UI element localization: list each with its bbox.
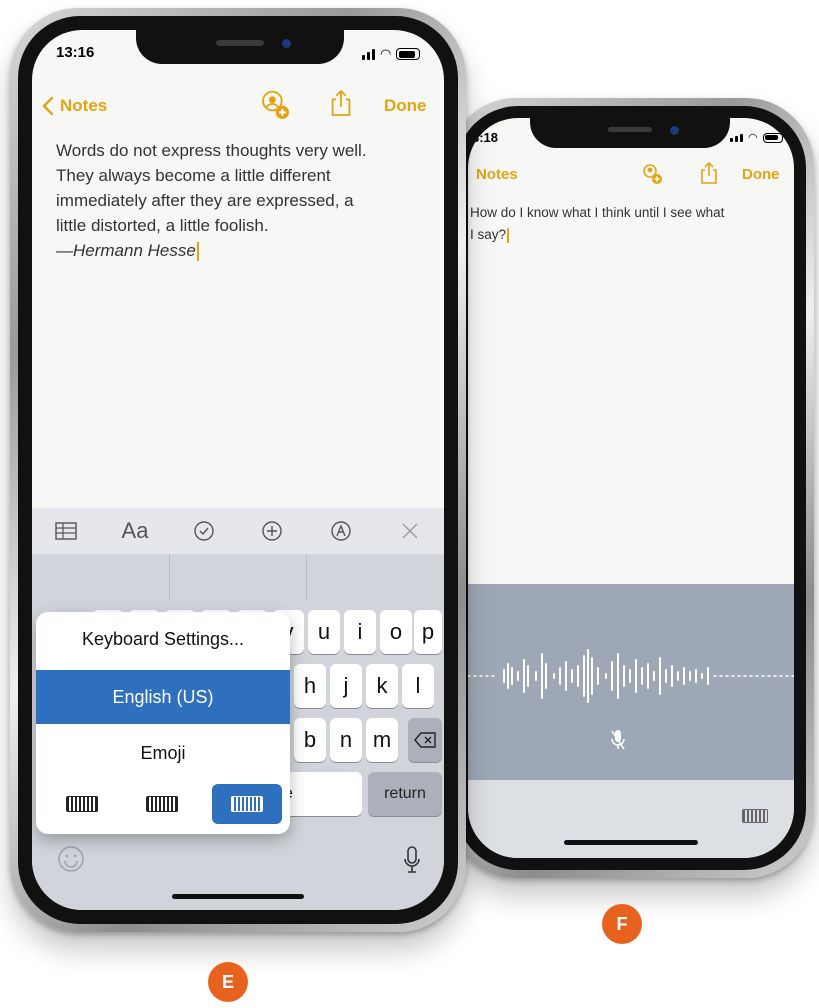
key-p[interactable]: p [414,610,442,654]
full-keyboard-button[interactable] [134,784,190,824]
note-attribution: —Hermann Hesse [56,238,436,263]
key-h[interactable]: h [294,664,326,708]
key-l[interactable]: l [402,664,434,708]
keyboard-icon [146,796,178,812]
suggestion-slot[interactable] [170,554,308,600]
status-time: 3:18 [472,130,499,145]
status-icons: ◠ [730,131,783,144]
note-line: Words do not express thoughts very well. [56,141,367,160]
left-screen: 13:16 ◠ Notes Done Words do not express … [32,30,444,910]
wifi-icon: ◠ [380,46,392,61]
right-screen: 3:18 ◠ Notes Done How do I know what I t… [468,118,794,858]
add-person-icon[interactable] [258,88,292,122]
done-button[interactable]: Done [742,166,780,183]
share-icon[interactable] [328,86,354,120]
note-line: They always become a little different [56,166,331,185]
key-k[interactable]: k [366,664,398,708]
checklist-icon[interactable] [184,511,224,551]
notch [136,30,344,64]
microphone-icon[interactable] [400,844,424,876]
back-chevron-icon[interactable] [40,94,56,118]
keyboard-switch-menu: Keyboard Settings... English (US) Emoji [36,612,290,834]
key-n[interactable]: n [330,718,362,762]
note-body[interactable]: How do I know what I think until I see w… [470,202,790,246]
wifi-icon: ◠ [748,132,758,144]
right-phone: 3:18 ◠ Notes Done How do I know what I t… [448,98,814,878]
key-m[interactable]: m [366,718,398,762]
share-icon[interactable] [698,160,720,186]
badge-f: F [602,904,642,944]
keyboard-icon[interactable] [740,808,770,824]
back-button[interactable]: Notes [476,166,518,183]
text-cursor [507,227,510,243]
back-button[interactable]: Notes [60,96,107,116]
key-j[interactable]: j [330,664,362,708]
format-text-button[interactable]: Aa [115,511,155,551]
microphone-off-icon[interactable] [608,728,628,752]
home-indicator[interactable] [564,840,698,845]
note-line: How do I know what I think until I see w… [470,205,725,220]
keyboard-settings-item[interactable]: Keyboard Settings... [36,612,290,666]
waveform [468,649,794,703]
suggestion-slot[interactable] [307,554,444,600]
suggestion-bar [32,554,444,600]
key-o[interactable]: o [380,610,412,654]
key-b[interactable]: b [294,718,326,762]
note-line: immediately after they are expressed, a [56,191,354,210]
badge-e: E [208,962,248,1002]
done-button[interactable]: Done [384,96,427,116]
suggestion-slot[interactable] [32,554,170,600]
status-icons: ◠ [362,46,421,62]
keyboard-right-icon [231,796,263,812]
note-line: I say? [470,224,790,246]
notch [530,118,730,148]
key-u[interactable]: u [308,610,340,654]
delete-key[interactable] [408,718,442,762]
keyboard-left-icon [66,796,98,812]
left-phone: 13:16 ◠ Notes Done Words do not express … [10,8,466,932]
note-line: little distorted, a little foolish. [56,216,269,235]
format-toolbar: Aa [32,508,444,554]
left-handed-keyboard-button[interactable] [54,784,110,824]
dictation-panel [468,584,794,780]
english-us-item[interactable]: English (US) [36,670,290,724]
close-icon[interactable] [390,511,430,551]
delete-icon [414,732,436,748]
return-key[interactable]: return [368,772,442,816]
status-time: 13:16 [56,44,95,61]
right-handed-keyboard-button[interactable] [212,784,282,824]
key-i[interactable]: i [344,610,376,654]
emoji-item[interactable]: Emoji [36,726,290,780]
table-icon[interactable] [46,511,86,551]
text-cursor [196,242,199,262]
add-person-icon[interactable] [640,162,664,186]
home-indicator[interactable] [172,894,304,899]
emoji-icon[interactable] [56,844,86,874]
add-icon[interactable] [252,511,292,551]
markup-icon[interactable] [321,511,361,551]
note-body[interactable]: Words do not express thoughts very well.… [56,138,436,263]
